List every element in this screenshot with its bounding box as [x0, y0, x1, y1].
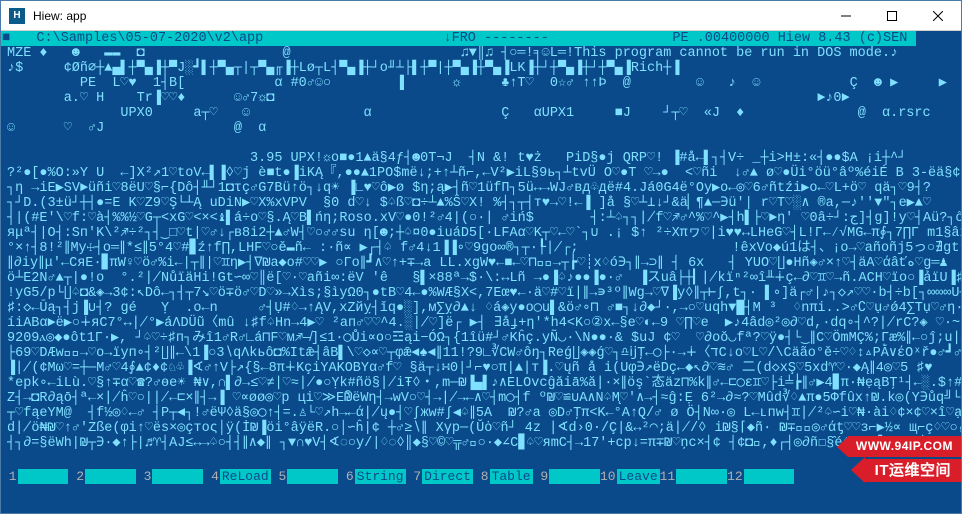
hex-line: ♯:◇←Ūą┐┤j▐∪┤? gé Ỵ .o←n ♂┤Ụ#♢→↑ĄV,xZйỵ┤ǐ…	[7, 301, 961, 316]
maximize-icon	[887, 11, 897, 21]
hex-line: ┐η →iE▶SV►üñi♡8ëU♡§⌐{Dô┤╨┘1◘τç♂G7Bü↑ö┐↓q…	[7, 181, 961, 196]
window-title: Hiew: app	[33, 9, 823, 23]
hex-line: 9209ⲁ◎◆●ôt1Γ∙▶, ┘♤♡÷♯п┐みî1♂R♂∟á⊓F♡м♐―̸]≤…	[7, 331, 961, 346]
file-mode: ↓FRO --------	[443, 31, 672, 46]
hex-line: MZÉ ♦ ☻ ▬▬ ◘ @ ♫▼║♫ ┤○═!╕☺L═!This progra…	[7, 46, 961, 61]
hex-line: ┐┘D.(3±ü┘┼┤●=E K♡Z9♡Ş└┴Ą uDiN▶♡X%xVPV §0…	[7, 196, 961, 211]
hex-line: UPX0 a┬♡ ☺ α Ç αUPX1 ■J ┘┬♡ «J ♦ @ α.rsr…	[7, 106, 961, 121]
fkey-5[interactable]: 5	[271, 469, 338, 484]
hex-line: яμª┤|O┤:Sп'K\²♐÷²┐┤‿□♡t|♡♂↓┌в8i2┼▲♂W┤♡○♂…	[7, 226, 961, 241]
fkey-4[interactable]: 4ReLoad	[203, 469, 270, 484]
maximize-button[interactable]	[869, 1, 915, 31]
close-button[interactable]	[915, 1, 961, 31]
minimize-icon	[841, 11, 851, 21]
app-icon: H	[9, 8, 25, 24]
hex-line: ?²●[●%O:»Y U ←]X²↗1♡toV←▌▐◊♡j è■t●▐iKĄ『,…	[7, 166, 961, 181]
hex-line: ∥∂iy∥μ'←CяE∙▊πW♀♡ö♂%i←|┬∥|♡♊η▶┤∇₪a◆o#♡♡▶…	[7, 256, 961, 271]
hex-line: Z┤→◘R∂ąō┤ª←×∤ĥ♡○|∤←⊏×∥┤→▐ ♡∝øø◎♡p цi♡≫E₪…	[7, 391, 961, 406]
terminal-viewport[interactable]: ■ C:\Samples\05-07-2020\v2\app ↓FRO ----…	[1, 31, 961, 513]
status-marker: ■	[1, 31, 11, 46]
hex-line: ☺ ♡ ♂J @ α	[7, 121, 961, 136]
hex-line	[7, 136, 961, 151]
titlebar[interactable]: H Hiew: app	[1, 1, 961, 31]
fkey-6[interactable]: 6String	[338, 469, 405, 484]
watermark-triangle-icon	[851, 457, 865, 483]
fkey-3[interactable]: 3	[136, 469, 203, 484]
fkey-11[interactable]: 11	[660, 469, 727, 484]
status-bar: ■ C:\Samples\05-07-2020\v2\app ↓FRO ----…	[1, 31, 961, 46]
watermark-url: WWW.94IP.COM	[848, 436, 961, 457]
hex-line: ┤|(#E'\♡f:♡à┤%%½♡G┬<xG♡<×<♝▌á÷o♡§.Ą♡B▌ńη…	[7, 211, 961, 226]
hex-line: ▐∤(¢Mω♡=┼─M♂♡4∮▲¢♦¢♘♧▐∢♂↑V├↗{§←8π∔KçiYΑK…	[7, 361, 961, 376]
fkey-10[interactable]: 10Leave	[600, 469, 660, 484]
hex-dump[interactable]: MZÉ ♦ ☻ ▬▬ ◘ @ ♫▼║♫ ┤○═!╕☺L═!This progra…	[1, 46, 961, 468]
hex-line: d∤ö₦₪♡↑♂'Zße(φi↑♡ës×◎çтος│ÿ(İ₪▐öi°âÿëR.○…	[7, 421, 961, 436]
fkey-7[interactable]: 7Direct	[406, 469, 473, 484]
fkey-8[interactable]: 8Table	[473, 469, 533, 484]
hex-line: PE L♡♥ 1┤B[ α #0♂☺○ ▐ ☼ ♣↑T♡ 0☆♂ ↑↑Þ @ ☺…	[7, 76, 961, 91]
close-icon	[933, 11, 943, 21]
hex-line: ┤┐∂=§ëWh|₪┬∋∙◆↑├|♬♈┤ΑJ≤↔→♤○┤┤∥∧◆∥ ┐▼∩♥V┤…	[7, 436, 961, 451]
hex-line: ö┴E2N♂▲┬|●!o °.²∤NůïäHi!Gt∽∞♡║ë[♡∙♡añi∞:…	[7, 271, 961, 286]
fkey-12[interactable]: 12	[727, 469, 794, 484]
fkey-2[interactable]: 2	[68, 469, 135, 484]
hex-line: 3.95 UPX!☼o■●1▲ä§4ƒ┤☻0T¬J ┤N &! t♥ż PiD§…	[7, 151, 961, 166]
hex-line: ♪$ ¢Øñ⌀┼▲▄▌┼▀▄▐┼▀J░┛▌┼▀▄┬|┬▀▄╓▐┼Lø┬L┤▀▄▐…	[7, 61, 961, 76]
hex-line: ├69♡DÆw♚⃝→♡o→ïyп∘┤²∐∥←\1▐○3∖qΛkьô◘%Itǣ┤â…	[7, 346, 961, 361]
minimize-button[interactable]	[823, 1, 869, 31]
file-path: C:\Samples\05-07-2020\v2\app	[11, 31, 442, 46]
function-key-bar: 1 2 3 4ReLoad 5 6String 7Direct 8Table 9…	[1, 468, 961, 484]
watermark-overlay: WWW.94IP.COM IT运维空间	[837, 436, 961, 483]
app-window: H Hiew: app ■ C:\Samples\05-07-2020\v2\a…	[0, 0, 962, 514]
hex-line: !yG5/p└∐♤◘&◈→3¢:↖Dô←┐┤┬7↘♡ö∓ö♂♡D♡»→Xìs;§…	[7, 286, 961, 301]
hex-line: ┬♡fąeYM@ ┤f½◎♢←♂ ┤P┬◄┐!♂ëΨ◊ä§◎◯↑┤=.♙└♡↗h…	[7, 406, 961, 421]
file-info: PE .00400000 Hiew 8.43 (c)SEN	[671, 31, 916, 46]
watermark-label: IT运维空间	[865, 459, 961, 482]
hex-line: a.♡ H Tr▐♡♡♦ ☺♂7☼◘ ►♪0►	[7, 91, 961, 106]
fkey-1[interactable]: 1	[1, 469, 68, 484]
hex-line: *epk∘←iLù.♡§↑∓α♡☎?♂өe☀ ₦∨,∩▌∂→≤♡≠∣♡≈∤●○Ỵ…	[7, 376, 961, 391]
fkey-9[interactable]: 9	[533, 469, 600, 484]
watermark-triangle-icon	[837, 437, 848, 457]
hex-line: °×↑┤8!²∥Mу☩┤o═∥*≤∥5°4♡#▊ź↑f∏,LHF♡○ě▬ñ← :…	[7, 241, 961, 256]
hex-line: íiABα►ë▶○∔яC7°↔∤°▶áΛDÜũ〈mû ↓♯f♤Hn→4▶♡ ²a…	[7, 316, 961, 331]
